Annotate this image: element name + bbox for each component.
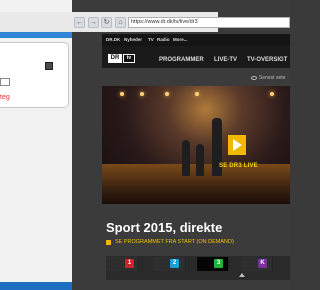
program-title: Sport 2015, direkte bbox=[106, 220, 223, 235]
url-bar[interactable]: https://www.dr.dk/tv/live/dr3 bbox=[128, 17, 290, 28]
topnav-item-nyheder[interactable]: Nyheder bbox=[124, 37, 142, 43]
stage-light bbox=[165, 92, 169, 96]
topnav-item-tv[interactable]: TV bbox=[148, 37, 154, 43]
ondemand-link[interactable]: SE PROGRAMMET FRA START (ON DEMAND) bbox=[115, 239, 234, 246]
mainnav-live-tv[interactable]: LIVE-TV bbox=[214, 56, 237, 64]
channel-logo-k: K bbox=[258, 259, 267, 268]
topnav-item-more[interactable]: More... bbox=[173, 37, 188, 43]
channel-expand-row[interactable] bbox=[106, 272, 290, 280]
mainnav-tv-oversigt[interactable]: TV-OVERSIGT bbox=[247, 56, 287, 64]
stage-light bbox=[120, 92, 124, 96]
mainnav-programmer[interactable]: PROGRAMMER bbox=[159, 56, 204, 64]
forward-arrow-icon[interactable]: → bbox=[88, 17, 99, 28]
performer-figure bbox=[182, 140, 190, 176]
tv-logo[interactable]: tv bbox=[123, 54, 135, 63]
left-panel-input[interactable] bbox=[0, 78, 10, 86]
topnav-item-radio[interactable]: Radio bbox=[157, 37, 170, 43]
dr-logo[interactable]: DR bbox=[108, 54, 122, 63]
stage-light bbox=[140, 92, 144, 96]
left-panel-card bbox=[0, 42, 69, 108]
recently-watched-label[interactable]: Senest sete bbox=[259, 75, 285, 82]
browser-bottom-strip bbox=[72, 282, 290, 290]
ondemand-icon bbox=[106, 240, 111, 245]
grid-icon[interactable] bbox=[45, 62, 53, 70]
reload-icon[interactable]: ↻ bbox=[101, 17, 112, 28]
channel-logo-1: 1 bbox=[125, 259, 134, 268]
performer-figure bbox=[196, 144, 204, 176]
chevron-up-icon[interactable] bbox=[239, 273, 245, 277]
channel-tile-3[interactable] bbox=[197, 257, 229, 271]
channel-tile-k[interactable] bbox=[241, 257, 273, 271]
back-arrow-icon[interactable]: ← bbox=[74, 17, 85, 28]
live-label[interactable]: SE DR3 LIVE bbox=[219, 162, 258, 170]
home-icon[interactable]: ⌂ bbox=[115, 17, 126, 28]
channel-logo-3: 3 bbox=[214, 259, 223, 268]
left-panel-bottom-bar bbox=[0, 282, 72, 290]
channel-logo-2: 2 bbox=[170, 259, 179, 268]
stage-light bbox=[195, 92, 199, 96]
stage-light bbox=[270, 92, 274, 96]
eye-icon bbox=[251, 76, 257, 80]
left-panel-link[interactable]: teg bbox=[0, 93, 10, 102]
topnav-item-drdk[interactable]: DR.DK bbox=[106, 37, 120, 43]
play-icon bbox=[233, 139, 242, 151]
channel-tile-1[interactable] bbox=[107, 257, 139, 271]
